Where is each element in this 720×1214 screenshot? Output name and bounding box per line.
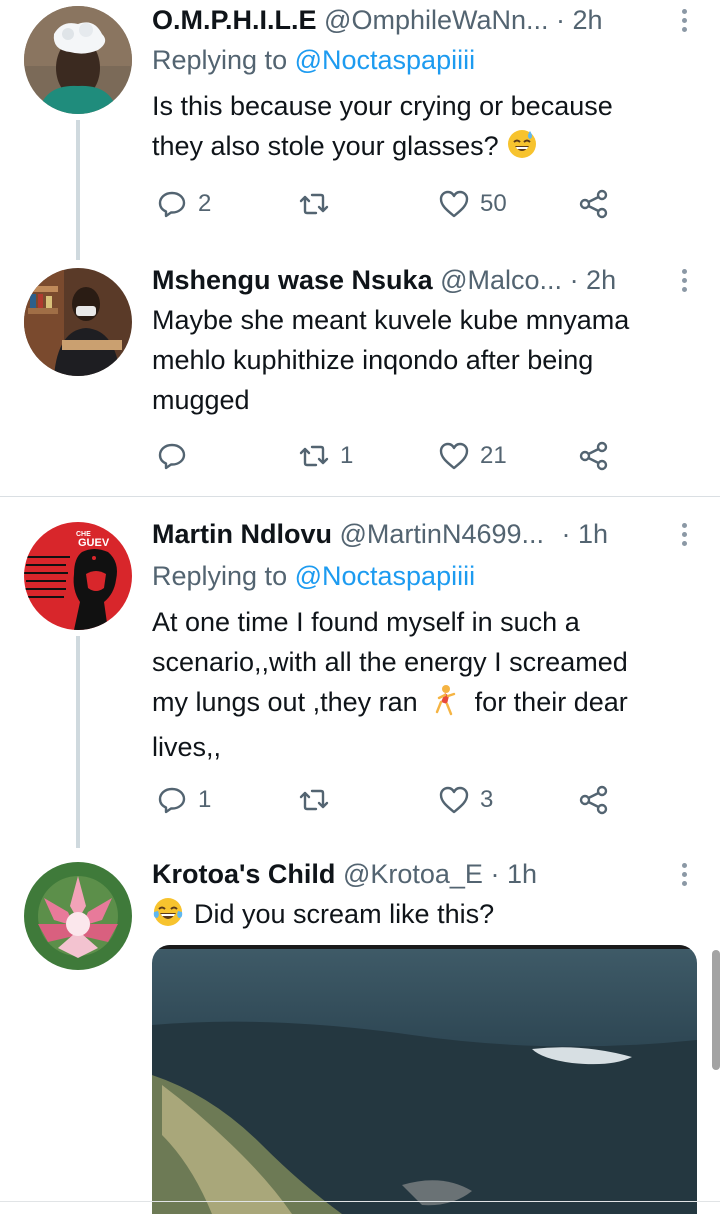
retweet-icon [299, 789, 329, 811]
replying-to: Replying to @Noctaspapiiii [152, 556, 475, 596]
tweet-2[interactable]: Mshengu wase Nsuka @Malco... · 2h Maybe … [0, 260, 720, 496]
display-name[interactable]: Martin Ndlovu [152, 519, 332, 549]
retweet-button[interactable]: 1 [298, 436, 353, 476]
retweet-count: 1 [340, 442, 354, 469]
like-button[interactable]: 21 [438, 436, 507, 476]
replying-to: Replying to @Noctaspapiiii [152, 40, 475, 80]
more-dots-icon[interactable] [676, 260, 692, 300]
share-button[interactable] [578, 184, 610, 224]
reply-button[interactable]: 2 [156, 184, 211, 224]
share-icon [579, 785, 608, 815]
like-count: 21 [480, 442, 507, 469]
tweet-header: O.M.P.H.I.L.E @OmphileWaNn... · 2h [152, 0, 680, 40]
reply-icon [158, 787, 186, 814]
user-handle[interactable]: @Malco... [440, 265, 562, 295]
like-button[interactable]: 50 [438, 184, 507, 224]
tweet-text-line: my lungs out ,they ran [152, 687, 418, 717]
retweet-button[interactable] [298, 780, 340, 820]
display-name[interactable]: Mshengu wase Nsuka [152, 265, 433, 295]
display-name[interactable]: Krotoa's Child [152, 859, 335, 889]
reply-button[interactable] [156, 436, 198, 476]
more-dots-icon[interactable] [676, 854, 692, 894]
tweet-divider [0, 496, 720, 497]
user-handle[interactable]: @OmphileWaNn... [324, 5, 548, 35]
share-icon [579, 189, 608, 219]
retweet-icon [299, 445, 329, 467]
running-woman-emoji [431, 684, 459, 727]
bottom-divider [0, 1201, 720, 1202]
reply-icon [158, 191, 186, 218]
tweet-text: Maybe she meant kuvele kube mnyama mehlo… [152, 300, 692, 420]
like-button[interactable]: 3 [438, 780, 493, 820]
tweet-actions: 1 3 [152, 780, 622, 820]
tweet-text-line: Is this because your crying or because [152, 91, 613, 121]
more-dots-icon[interactable] [676, 514, 692, 554]
sweat-smile-emoji [506, 128, 538, 171]
timestamp[interactable]: · 1h [490, 859, 537, 889]
tears-of-joy-emoji [152, 896, 184, 939]
share-button[interactable] [578, 436, 610, 476]
user-handle[interactable]: @MartinN4699... [340, 519, 545, 549]
tweet-text: Did you scream like this? [152, 894, 692, 939]
like-count: 50 [480, 190, 507, 217]
media-video[interactable] [152, 945, 697, 1214]
tweet-text-line: they also stole your glasses? [152, 131, 499, 161]
replying-to-prefix: Replying to [152, 45, 295, 75]
tweet-text-line: At one time I found myself in such a [152, 607, 580, 637]
avatar[interactable] [24, 6, 132, 114]
tweet-actions: 2 50 [152, 184, 622, 224]
replying-to-prefix: Replying to [152, 561, 295, 591]
tweet-text-line: Maybe she meant kuvele kube mnyama [152, 305, 630, 335]
tweet-text-line: mugged [152, 385, 250, 415]
tweet-text-line: lives,, [152, 732, 222, 762]
reply-count: 1 [198, 786, 212, 813]
tweet-text-line-with-emoji: my lungs out ,they ran for their dear [152, 682, 692, 727]
display-name[interactable]: O.M.P.H.I.L.E [152, 5, 317, 35]
tweet-text-line-with-emoji: Did you scream like this? [152, 894, 692, 939]
thread-line [76, 636, 80, 848]
svg-text:GUEV: GUEV [78, 537, 110, 549]
reply-icon [158, 443, 186, 470]
mention-link[interactable]: @Noctaspapiiii [295, 561, 475, 591]
heart-icon [439, 190, 469, 218]
like-count: 3 [480, 786, 494, 813]
tweet-text-line-with-emoji: they also stole your glasses? [152, 126, 692, 171]
tweet-text-line: for their dear [474, 687, 628, 717]
timestamp[interactable]: · 2h [570, 265, 617, 295]
tweet-header: Krotoa's Child @Krotoa_E · 1h [152, 854, 680, 894]
tweet-text: Is this because your crying or because t… [152, 86, 692, 171]
tweet-header: Martin Ndlovu @MartinN4699... · 1h [152, 514, 680, 554]
scrollbar[interactable] [712, 950, 720, 1070]
tweet-text: At one time I found myself in such a sce… [152, 602, 692, 767]
user-handle[interactable]: @Krotoa_E [343, 859, 483, 889]
retweet-button[interactable] [298, 184, 340, 224]
tweet-actions: 1 21 [152, 436, 622, 476]
avatar[interactable]: CHE GUEV [24, 522, 132, 630]
reply-button[interactable]: 1 [156, 780, 211, 820]
tweet-text-line: Did you scream like this? [194, 899, 495, 929]
heart-icon [439, 786, 469, 814]
tweet-text-line: scenario,,with all the energy I screamed [152, 647, 628, 677]
thread-line [76, 120, 80, 260]
heart-icon [439, 442, 469, 470]
retweet-icon [299, 193, 329, 215]
tweet-text-line: mehlo kuphithize inqondo after being [152, 345, 594, 375]
more-dots-icon[interactable] [676, 0, 692, 40]
avatar[interactable] [24, 268, 132, 376]
tweet-1[interactable]: O.M.P.H.I.L.E @OmphileWaNn... · 2h Reply… [0, 0, 720, 260]
timestamp[interactable]: · 1h [562, 519, 609, 549]
share-button[interactable] [578, 780, 610, 820]
mention-link[interactable]: @Noctaspapiiii [295, 45, 475, 75]
avatar[interactable] [24, 862, 132, 970]
timestamp[interactable]: · 2h [556, 5, 603, 35]
reply-count: 2 [198, 190, 212, 217]
tweet-3[interactable]: CHE GUEV Martin Ndlovu @MartinN4699... ·… [0, 514, 720, 848]
tweet-header: Mshengu wase Nsuka @Malco... · 2h [152, 260, 680, 300]
share-icon [579, 441, 608, 471]
